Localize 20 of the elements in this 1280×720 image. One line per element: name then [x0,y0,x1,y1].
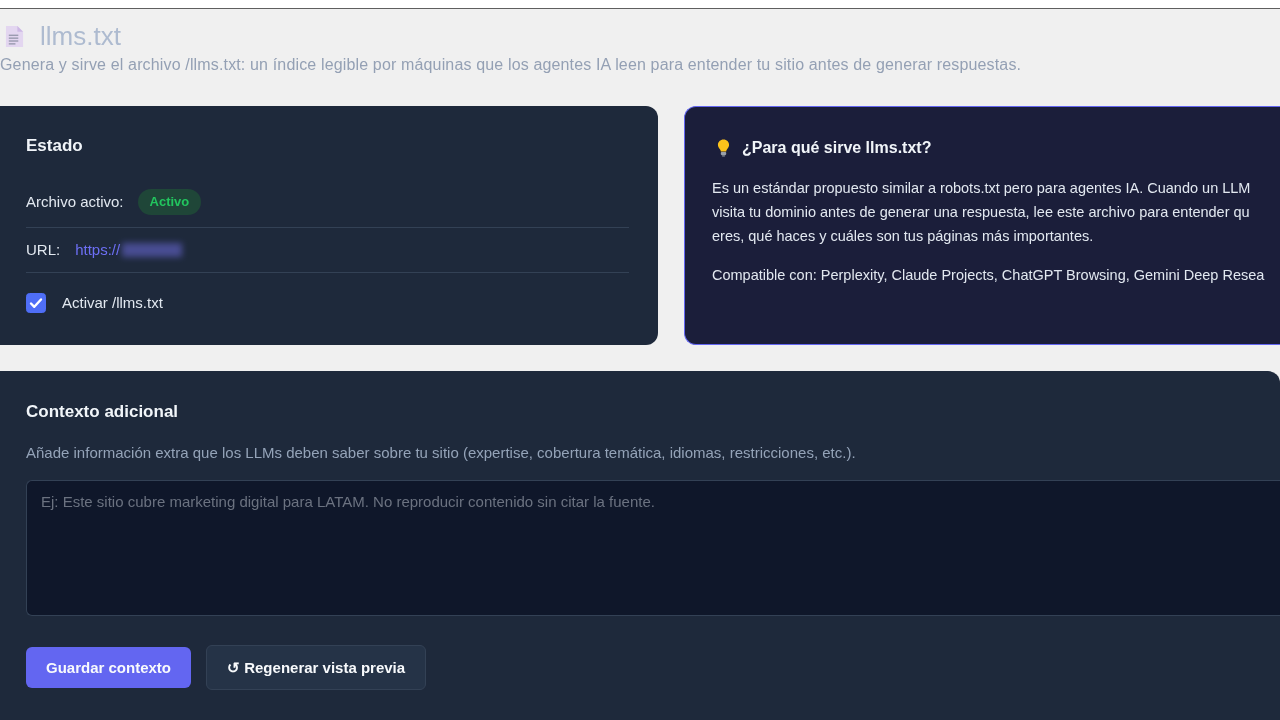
card-title: ¿Para qué sirve llms.txt? [742,138,932,158]
document-icon [5,24,24,48]
checkbox[interactable] [26,293,46,313]
blurred-redaction [122,243,183,257]
lightbulb-icon [717,139,730,157]
page-subtitle: Genera y sirve el archivo /llms.txt: un índice legible por máquinas que los agentes IA leen para entender tu sitio antes de generar respuestas. [0,55,1023,75]
info-paragraph: Es un estándar propuesto similar a robots.txt pero para agentes IA. Cuando un LLM visita tu dominio antes de generar una respuesta, lee este archivo para entender qu eres, qué haces y cuáles son tus páginas más importantes. [712,179,1252,246]
field-label: URL: [26,240,61,260]
card-title: Estado [26,135,84,157]
checkbox-label[interactable]: Activar /llms.txt [62,292,163,314]
field-label: Archivo activo: [26,192,124,212]
card-description: Añade información extra que los LLMs deben saber sobre tu sitio (expertise, cobertura temática, idiomas, restricciones, etc.). [26,443,857,463]
compatibility-text: Compatible con: Perplexity, Claude Projects, ChatGPT Browsing, Gemini Deep Resea [712,266,1266,285]
save-context-button[interactable]: Guardar contexto [26,647,192,688]
context-textarea[interactable]: Ej: Este sitio cubre marketing digital para LATAM. No reproducir contenido sin citar la fuente. [26,480,1280,616]
regenerate-preview-button[interactable]: ↺ Regenerar vista previa [206,645,427,690]
url-link[interactable]: https:// [75,239,121,261]
card-title: Contexto adicional [26,401,180,423]
status-badge: Activo [137,189,202,215]
page-title: llms.txt [40,21,121,51]
